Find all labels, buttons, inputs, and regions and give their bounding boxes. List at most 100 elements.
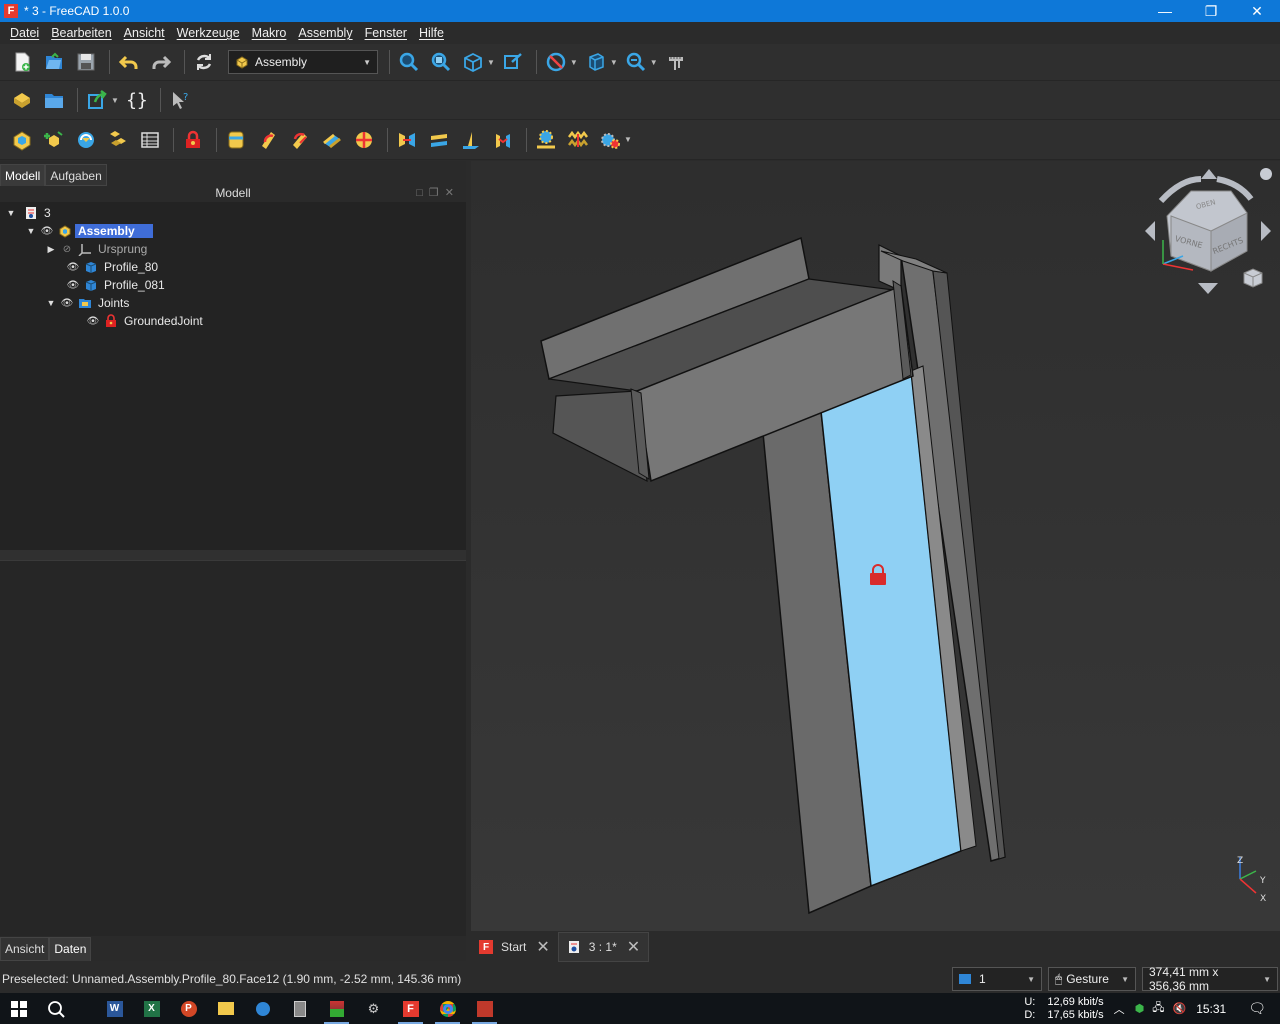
clock[interactable]: 15:31 bbox=[1196, 1002, 1226, 1016]
security-shield-icon[interactable]: ⬢ bbox=[1135, 1002, 1145, 1015]
dimension-readout[interactable]: 374,41 mm x 356,36 mm ▼ bbox=[1142, 965, 1278, 993]
chevron-down-icon[interactable]: ▼ bbox=[570, 58, 578, 67]
tab-aufgaben[interactable]: Aufgaben bbox=[45, 164, 107, 186]
workbench-selector[interactable]: Assembly ▼ bbox=[228, 50, 378, 74]
screw-joint-button[interactable] bbox=[564, 126, 592, 154]
taskbar-excel[interactable]: X bbox=[133, 993, 170, 1024]
variable-set-button[interactable]: {} bbox=[123, 86, 151, 114]
measure-button[interactable] bbox=[662, 48, 690, 76]
parallel-joint-button[interactable] bbox=[425, 126, 453, 154]
menu-makro[interactable]: Makro bbox=[246, 26, 293, 40]
save-document-button[interactable] bbox=[72, 48, 100, 76]
redo-button[interactable] bbox=[147, 48, 175, 76]
visibility-eye-icon[interactable]: 👁 bbox=[60, 298, 74, 309]
menu-ansicht[interactable]: Ansicht bbox=[118, 26, 171, 40]
nav-view-menu-cube-icon[interactable] bbox=[1243, 268, 1263, 288]
nav-menu-icon[interactable] bbox=[1260, 168, 1272, 180]
taskbar-calculator[interactable] bbox=[281, 993, 318, 1024]
cylindrical-joint-button[interactable] bbox=[286, 126, 314, 154]
tree-item-assembly[interactable]: ▼ 👁 Assembly bbox=[26, 222, 153, 240]
navigation-style-selector[interactable]: 🖱 Gesture ▼ bbox=[1048, 967, 1136, 991]
draw-style-button[interactable] bbox=[542, 48, 570, 76]
menu-hilfe[interactable]: Hilfe bbox=[413, 26, 450, 40]
tree-item-ursprung[interactable]: ▶ ⊘ Ursprung bbox=[46, 240, 147, 258]
bill-of-materials-button[interactable] bbox=[136, 126, 164, 154]
taskbar-app-gear[interactable]: ⚙ bbox=[355, 993, 392, 1024]
tab-start[interactable]: F Start ✕ bbox=[471, 932, 558, 962]
create-part-button[interactable] bbox=[8, 86, 36, 114]
chevron-down-icon[interactable]: ▼ bbox=[650, 58, 658, 67]
panel-header-controls[interactable]: □❐✕ bbox=[416, 186, 460, 199]
chevron-down-icon[interactable]: ▼ bbox=[6, 208, 16, 218]
taskbar-freecad[interactable]: F bbox=[392, 993, 429, 1024]
start-button[interactable] bbox=[0, 993, 37, 1024]
menu-werkzeuge[interactable]: Werkzeuge bbox=[171, 26, 246, 40]
visibility-eye-icon[interactable]: 👁 bbox=[66, 280, 80, 291]
3d-viewport[interactable]: OBEN VORNE RECHTS Z Y X bbox=[471, 161, 1280, 931]
explode-view-button[interactable] bbox=[104, 126, 132, 154]
chevron-down-icon[interactable]: ▼ bbox=[46, 298, 56, 308]
distance-joint-button[interactable] bbox=[393, 126, 421, 154]
create-group-button[interactable] bbox=[40, 86, 68, 114]
taskbar-app-blue[interactable] bbox=[244, 993, 281, 1024]
fit-selection-button[interactable] bbox=[427, 48, 455, 76]
create-link-button[interactable] bbox=[83, 86, 111, 114]
slider-joint-button[interactable] bbox=[318, 126, 346, 154]
hidden-eye-icon[interactable]: ⊘ bbox=[60, 244, 74, 255]
chevron-down-icon[interactable]: ▼ bbox=[111, 96, 119, 105]
nav-rotate-up-arrow-icon[interactable] bbox=[1201, 169, 1217, 179]
network-icon[interactable]: 🖧 bbox=[1152, 999, 1164, 1018]
tree-item-profile-80[interactable]: 👁 Profile_80 bbox=[66, 258, 158, 276]
nav-right-arrow-icon[interactable] bbox=[1261, 221, 1271, 241]
taskbar-file-explorer[interactable] bbox=[207, 993, 244, 1024]
visibility-eye-icon[interactable]: 👁 bbox=[86, 316, 100, 327]
close-icon[interactable]: ✕ bbox=[627, 937, 640, 957]
chevron-right-icon[interactable]: ▶ bbox=[46, 244, 56, 255]
taskbar-app-red[interactable] bbox=[466, 993, 503, 1024]
taskbar-word[interactable]: W bbox=[96, 993, 133, 1024]
minimize-button[interactable]: — bbox=[1142, 0, 1188, 22]
new-document-button[interactable] bbox=[8, 48, 36, 76]
chevron-down-icon[interactable]: ▼ bbox=[624, 135, 632, 144]
volume-muted-icon[interactable]: 🔇 bbox=[1172, 1002, 1186, 1015]
fit-all-button[interactable] bbox=[395, 48, 423, 76]
view-select-button[interactable] bbox=[499, 48, 527, 76]
undo-button[interactable] bbox=[115, 48, 143, 76]
panel-splitter[interactable] bbox=[0, 550, 466, 560]
solve-assembly-button[interactable] bbox=[72, 126, 100, 154]
nav-down-arrow-icon[interactable] bbox=[1198, 283, 1218, 294]
ball-joint-button[interactable] bbox=[350, 126, 378, 154]
nav-left-arrow-icon[interactable] bbox=[1145, 221, 1155, 241]
layer-selector[interactable]: 1 ▼ bbox=[952, 967, 1042, 991]
menu-fenster[interactable]: Fenster bbox=[359, 26, 413, 40]
menu-datei[interactable]: Datei bbox=[4, 26, 45, 40]
close-icon[interactable]: ✕ bbox=[536, 937, 549, 957]
open-document-button[interactable] bbox=[40, 48, 68, 76]
tree-item-grounded-joint[interactable]: 👁 GroundedJoint bbox=[86, 312, 203, 330]
taskbar-powerpoint[interactable]: P bbox=[170, 993, 207, 1024]
stereo-view-button[interactable] bbox=[582, 48, 610, 76]
zoom-button[interactable] bbox=[622, 48, 650, 76]
refresh-button[interactable] bbox=[190, 48, 218, 76]
fixed-joint-button[interactable] bbox=[222, 126, 250, 154]
visibility-eye-icon[interactable]: 👁 bbox=[40, 226, 54, 237]
whats-this-button[interactable]: ? bbox=[166, 86, 194, 114]
standard-views-button[interactable] bbox=[459, 48, 487, 76]
close-window-button[interactable]: ✕ bbox=[1234, 0, 1280, 22]
3d-scene[interactable]: OBEN VORNE RECHTS Z Y X bbox=[471, 161, 1280, 931]
toggle-grounded-button[interactable] bbox=[179, 126, 207, 154]
tree-item-joints[interactable]: ▼ 👁 Joints bbox=[46, 294, 130, 312]
tree-item-document[interactable]: ▼ 3 bbox=[6, 204, 51, 222]
taskbar-chrome[interactable] bbox=[429, 993, 466, 1024]
chevron-up-icon[interactable]: ︿ bbox=[1114, 1001, 1125, 1017]
menu-bearbeiten[interactable]: Bearbeiten bbox=[45, 26, 117, 40]
rack-pinion-button[interactable] bbox=[532, 126, 560, 154]
taskbar-archive[interactable] bbox=[318, 993, 355, 1024]
tab-document-3[interactable]: 3 : 1* ✕ bbox=[557, 932, 650, 962]
search-button[interactable] bbox=[37, 993, 74, 1024]
revolute-joint-button[interactable] bbox=[254, 126, 282, 154]
tab-modell[interactable]: Modell bbox=[0, 164, 46, 186]
create-assembly-button[interactable] bbox=[8, 126, 36, 154]
chevron-down-icon[interactable]: ▼ bbox=[610, 58, 618, 67]
insert-component-button[interactable] bbox=[40, 126, 68, 154]
